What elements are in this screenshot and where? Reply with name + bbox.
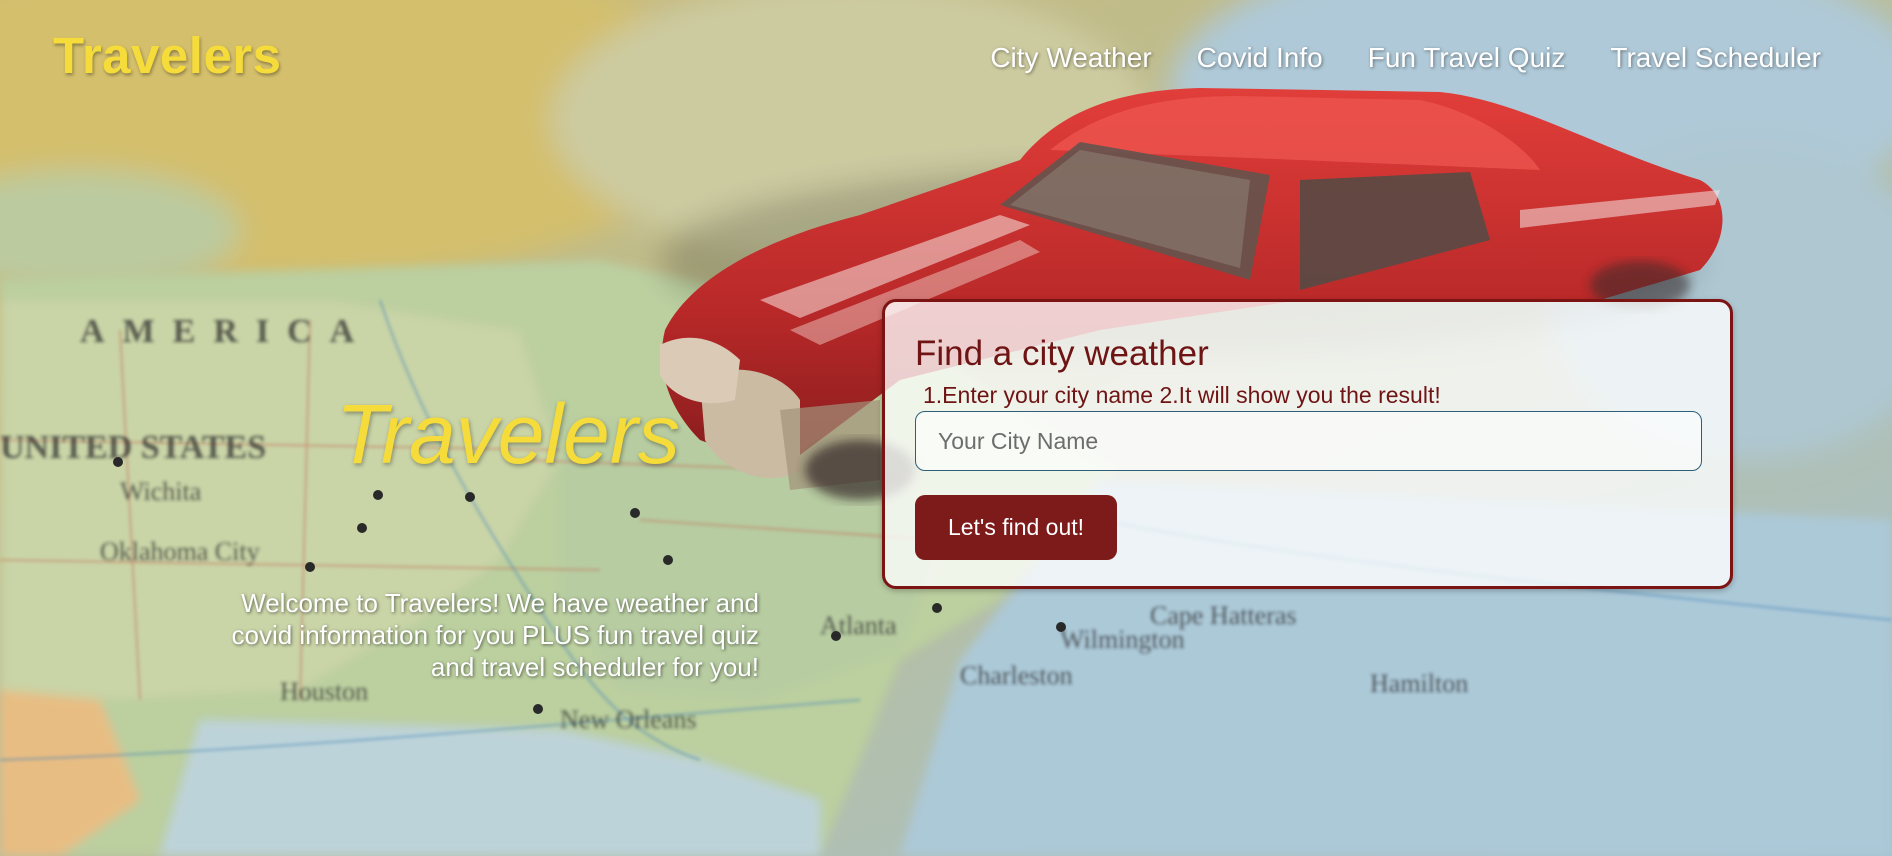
brand-logo-link[interactable]: Travelers (53, 26, 282, 85)
nav-link-covid-info[interactable]: Covid Info (1197, 42, 1323, 74)
city-name-input[interactable] (915, 411, 1702, 471)
nav-link-city-weather[interactable]: City Weather (990, 42, 1151, 74)
nav-link-fun-travel-quiz[interactable]: Fun Travel Quiz (1368, 42, 1566, 74)
card-instructions: 1.Enter your city name 2.It will show yo… (923, 382, 1441, 408)
hero-title: Travelers (336, 387, 680, 481)
city-weather-card: Find a city weather 1.Enter your city na… (882, 299, 1733, 589)
main-nav: City Weather Covid Info Fun Travel Quiz … (990, 42, 1821, 74)
hero-description: Welcome to Travelers! We have weather an… (231, 588, 759, 682)
card-title: Find a city weather (915, 334, 1209, 373)
find-weather-button[interactable]: Let's find out! (915, 495, 1117, 560)
site-header: Travelers City Weather Covid Info Fun Tr… (0, 0, 1892, 120)
nav-link-travel-scheduler[interactable]: Travel Scheduler (1610, 42, 1821, 74)
